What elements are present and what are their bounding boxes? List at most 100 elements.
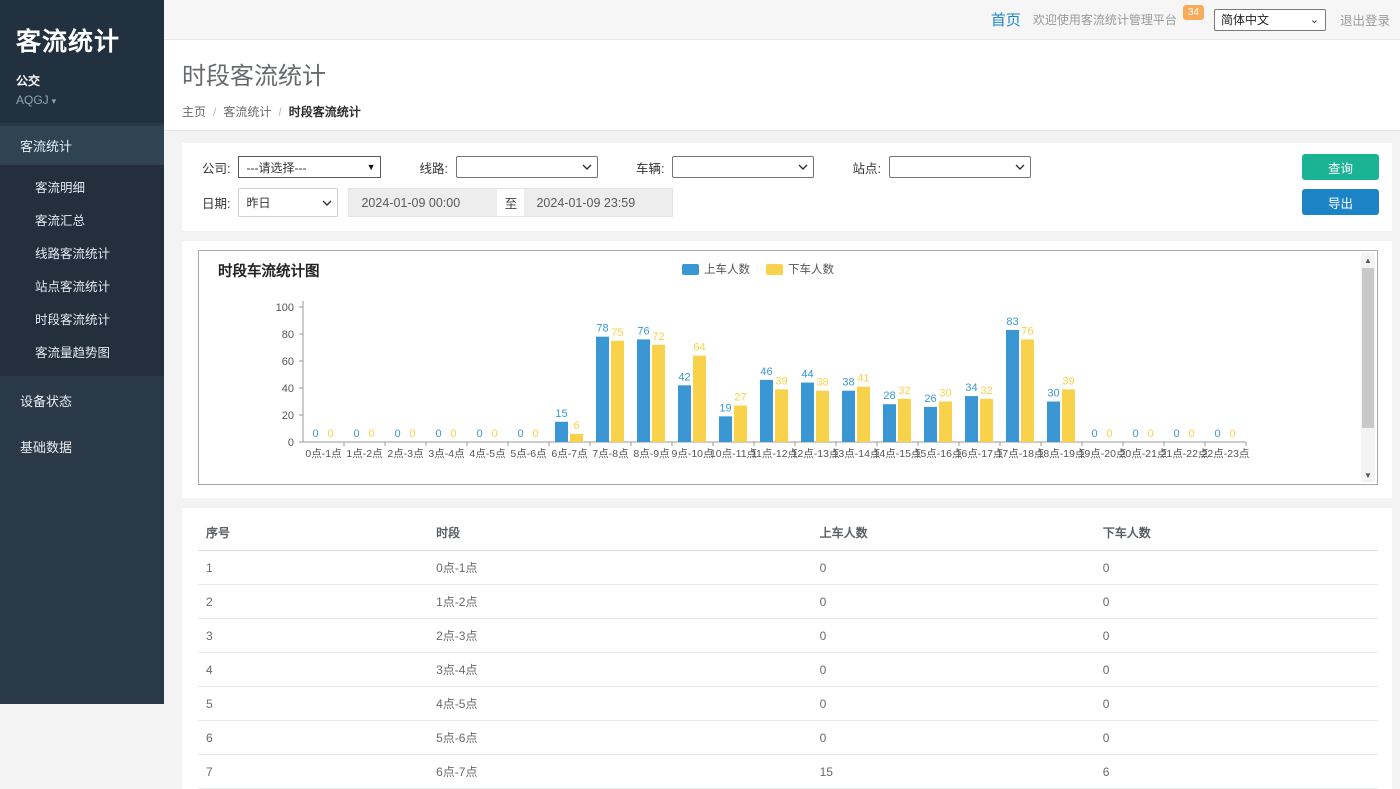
home-link[interactable]: 首页 [991, 9, 1021, 30]
breadcrumb-home[interactable]: 主页 [182, 105, 206, 119]
svg-text:0: 0 [1091, 428, 1097, 440]
table-header-row: 序号时段上车人数下车人数 [198, 514, 1378, 551]
sidebar-item-flow-detail[interactable]: 客流明细 [0, 170, 164, 203]
vehicle-filter: 车辆: [636, 156, 814, 178]
chevron-down-icon [582, 164, 592, 170]
svg-text:0: 0 [1173, 428, 1179, 440]
company-label: 公司: [202, 158, 230, 177]
main-area: 首页 欢迎使用客流统计管理平台 34 简体中文 ⌄ 退出登录 时段 客流统计 主页… [164, 0, 1400, 704]
table-cell: 0 [1095, 653, 1378, 687]
legend-swatch [766, 264, 783, 275]
table-cell: 2 [198, 585, 428, 619]
svg-text:27: 27 [734, 392, 746, 404]
svg-text:76: 76 [637, 325, 649, 337]
company-filter: 公司: ---请选择--- ▼ [202, 156, 381, 178]
sidebar-item-device-status[interactable]: 设备状态 [0, 379, 164, 422]
vehicle-select[interactable] [672, 156, 814, 178]
date-to-input[interactable]: 2024-01-09 23:59 [524, 189, 672, 216]
svg-text:22点-23点: 22点-23点 [1202, 448, 1250, 460]
line-label: 线路: [419, 158, 447, 177]
table-cell: 5点-6点 [428, 721, 812, 755]
date-label: 日期: [202, 193, 230, 212]
svg-text:64: 64 [693, 342, 705, 354]
svg-text:40: 40 [282, 383, 294, 395]
table-cell: 3 [198, 619, 428, 653]
scroll-up-icon[interactable]: ▲ [1361, 253, 1375, 267]
data-table-panel: 序号时段上车人数下车人数 10点-1点0021点-2点0032点-3点0043点… [182, 508, 1392, 789]
svg-text:8点-9点: 8点-9点 [633, 448, 669, 460]
date-from-input[interactable]: 2024-01-09 00:00 [349, 189, 497, 216]
app-title: 客流统计 [16, 22, 148, 58]
svg-text:72: 72 [652, 331, 664, 343]
table-row[interactable]: 21点-2点00 [198, 585, 1378, 619]
breadcrumb-section[interactable]: 客流统计 [223, 105, 271, 119]
vehicle-label: 车辆: [636, 158, 664, 177]
svg-text:7点-8点: 7点-8点 [592, 448, 628, 460]
station-select[interactable] [889, 156, 1031, 178]
legend-item[interactable]: 上车人数 [682, 261, 750, 277]
sidebar-item-passenger-stats[interactable]: 客流统计 [0, 126, 164, 165]
chevron-down-icon [1015, 164, 1025, 170]
scrollbar-thumb[interactable] [1362, 268, 1374, 428]
legend-label: 下车人数 [788, 261, 834, 277]
svg-text:41: 41 [857, 373, 869, 385]
table-cell: 3点-4点 [428, 653, 812, 687]
svg-text:60: 60 [282, 356, 294, 368]
legend-item[interactable]: 下车人数 [766, 261, 834, 277]
logout-link[interactable]: 退出登录 [1340, 10, 1390, 29]
account-name: AQGJ [16, 93, 49, 107]
table-row[interactable]: 10点-1点00 [198, 551, 1378, 585]
svg-text:83: 83 [1006, 316, 1018, 328]
svg-text:6点-7点: 6点-7点 [551, 448, 587, 460]
table-cell: 0 [1095, 585, 1378, 619]
sidebar-item-base-data[interactable]: 基础数据 [0, 425, 164, 468]
query-button[interactable]: 查询 [1302, 154, 1379, 180]
scroll-down-icon[interactable]: ▼ [1361, 468, 1375, 482]
svg-text:20: 20 [282, 410, 294, 422]
svg-text:6: 6 [573, 420, 579, 432]
svg-text:30: 30 [939, 388, 951, 400]
chevron-down-icon: ▾ [52, 96, 57, 106]
table-column-header: 时段 [428, 514, 812, 551]
svg-text:9点-10点: 9点-10点 [671, 448, 713, 460]
date-preset-value: 昨日 [246, 194, 270, 211]
bar-chart: 020406080100000点-1点001点-2点002点-3点003点-4点… [211, 281, 1351, 481]
notification-badge[interactable]: 34 [1183, 5, 1204, 20]
svg-text:76: 76 [1021, 325, 1033, 337]
content: 公司: ---请选择--- ▼ 线路: 车辆: [164, 131, 1400, 789]
sidebar-item-flow-trend[interactable]: 客流量趋势图 [0, 335, 164, 368]
table-cell: 7 [198, 755, 428, 789]
legend-swatch [682, 264, 699, 275]
company-select[interactable]: ---请选择--- ▼ [238, 156, 381, 178]
dropdown-arrow-icon: ▼ [367, 162, 376, 172]
table-row[interactable]: 43点-4点00 [198, 653, 1378, 687]
table-row[interactable]: 32点-3点00 [198, 619, 1378, 653]
account-dropdown[interactable]: AQGJ▾ [16, 93, 148, 107]
sidebar-item-flow-summary[interactable]: 客流汇总 [0, 203, 164, 236]
org-name: 公交 [16, 72, 148, 89]
svg-text:0: 0 [435, 428, 441, 440]
chart-scrollbar[interactable]: ▲ ▼ [1361, 253, 1375, 482]
sidebar-item-period-stats[interactable]: 时段客流统计 [0, 302, 164, 335]
date-preset-select[interactable]: 昨日 [238, 188, 338, 217]
svg-text:19: 19 [719, 402, 731, 414]
line-select[interactable] [456, 156, 598, 178]
sidebar-item-station-stats[interactable]: 站点客流统计 [0, 269, 164, 302]
topbar: 首页 欢迎使用客流统计管理平台 34 简体中文 ⌄ 退出登录 [164, 0, 1400, 40]
station-filter: 站点: [852, 156, 1030, 178]
table-row[interactable]: 65点-6点00 [198, 721, 1378, 755]
language-select[interactable]: 简体中文 ⌄ [1214, 9, 1326, 31]
svg-text:1点-2点: 1点-2点 [346, 448, 382, 460]
svg-text:38: 38 [842, 377, 854, 389]
table-column-header: 上车人数 [812, 514, 1095, 551]
svg-text:44: 44 [801, 369, 813, 381]
sidebar-item-line-stats[interactable]: 线路客流统计 [0, 236, 164, 269]
filter-row-2: 日期: 昨日 2024-01-09 00:00 至 2024-01-09 23:… [202, 188, 1377, 217]
table-cell: 0 [812, 619, 1095, 653]
table-row[interactable]: 76点-7点156 [198, 755, 1378, 789]
date-range: 2024-01-09 00:00 至 2024-01-09 23:59 [348, 188, 673, 217]
svg-text:0: 0 [288, 437, 294, 449]
app-logo: 客流统计 公交 AQGJ▾ [0, 0, 164, 123]
chart-legend: 上车人数 下车人数 [199, 261, 1317, 277]
export-button[interactable]: 导出 [1302, 189, 1379, 215]
